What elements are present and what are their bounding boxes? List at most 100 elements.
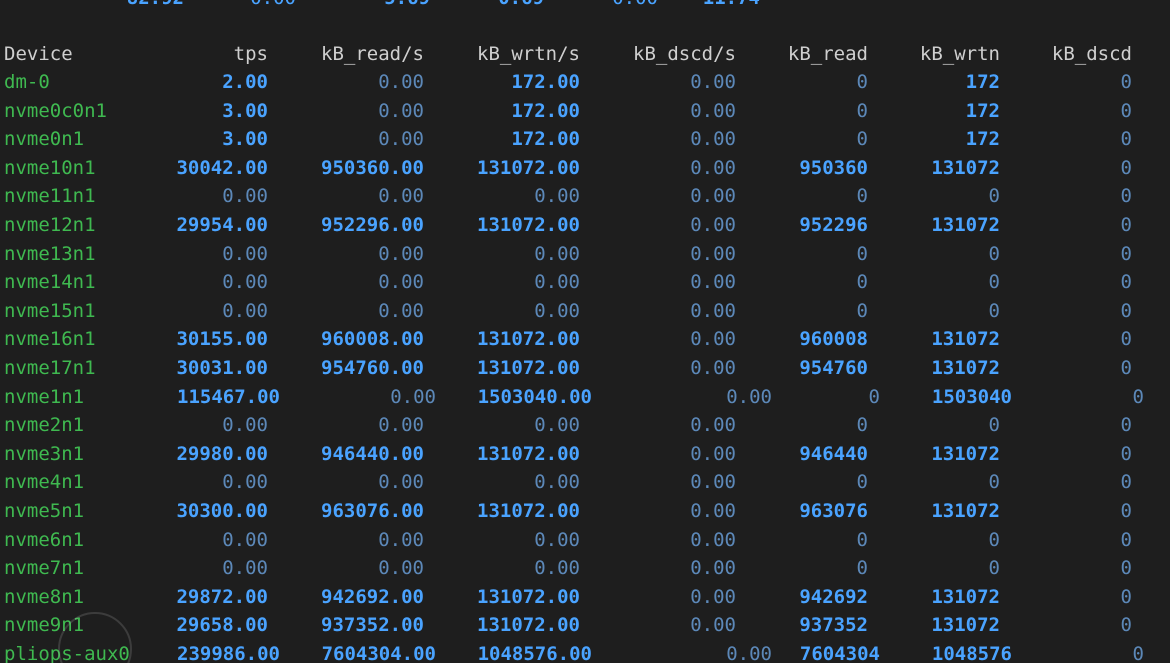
cell-kb-dscd-per-s: 0.00 xyxy=(690,357,736,379)
cell-kb-dscd: 0 xyxy=(1120,185,1132,208)
cell-kb-dscd: 0 xyxy=(1120,328,1132,351)
cell-kb-read: 0 xyxy=(856,128,868,151)
cell-kb-dscd-per-s: 0.00 xyxy=(690,442,736,465)
cell-tps: 3.00 xyxy=(222,128,268,151)
cell-kb-read-per-s: 0.00 xyxy=(378,557,424,580)
cell-device: nvme16n1 xyxy=(4,328,96,351)
cpu-user-value: 82.92 xyxy=(127,0,184,12)
cell-kb-wrtn: 131072 xyxy=(931,156,1000,179)
cell-tps: 0.00 xyxy=(222,557,268,580)
cell-kb-dscd: 0 xyxy=(1132,385,1144,408)
cell-device: nvme3n1 xyxy=(4,442,85,465)
cell-kb-read-per-s: 0.00 xyxy=(390,385,436,408)
cpu-stats-partial-row: 82.92 0.00 5.69 0.69 0.00 11.74 xyxy=(0,0,1170,12)
cell-kb-read: 960008 xyxy=(799,328,868,351)
table-row: nvme13n1 0.00 0.00 0.00 0.00 0 0 0 xyxy=(0,240,1170,268)
table-row: nvme11n1 0.00 0.00 0.00 0.00 0 0 0 xyxy=(0,182,1170,210)
cell-kb-wrtn-per-s: 131072.00 xyxy=(477,442,580,465)
cell-kb-wrtn-per-s: 0.00 xyxy=(534,271,580,294)
cell-kb-wrtn: 131072 xyxy=(931,585,1000,608)
cell-kb-read: 0 xyxy=(856,271,868,294)
cell-kb-wrtn: 172 xyxy=(965,128,1000,151)
header-kb-read-per-s: kB_read/s xyxy=(321,43,424,65)
cell-kb-read: 0 xyxy=(856,185,868,208)
cell-kb-wrtn: 131072 xyxy=(931,500,1000,522)
cell-kb-read: 0 xyxy=(856,242,868,265)
cell-kb-wrtn-per-s: 131072.00 xyxy=(477,156,580,179)
cell-kb-dscd: 0 xyxy=(1120,214,1132,236)
table-row: pliops-aux0 239986.00 7604304.00 1048576.00… xyxy=(0,640,1170,663)
cell-kb-read: 950360 xyxy=(799,156,868,179)
cell-device: nvme1n1 xyxy=(4,385,85,408)
cell-kb-wrtn-per-s: 131072.00 xyxy=(477,614,580,637)
cell-kb-wrtn-per-s: 0.00 xyxy=(534,528,580,551)
cell-device: nvme17n1 xyxy=(4,357,96,379)
cell-kb-dscd-per-s: 0.00 xyxy=(690,614,736,637)
table-row: nvme7n1 0.00 0.00 0.00 0.00 0 0 0 xyxy=(0,554,1170,582)
cell-kb-wrtn-per-s: 0.00 xyxy=(534,557,580,580)
header-kb-read: kB_read xyxy=(787,43,868,65)
cell-device: nvme12n1 xyxy=(4,214,96,236)
cell-tps: 115467.00 xyxy=(177,385,280,408)
terminal-window[interactable]: 82.92 0.00 5.69 0.69 0.00 11.74 Device t… xyxy=(0,0,1170,663)
cell-kb-wrtn: 0 xyxy=(988,271,1000,294)
cell-kb-wrtn: 0 xyxy=(988,242,1000,265)
table-row: nvme8n1 29872.00 942692.00 131072.00 0.00 942… xyxy=(0,583,1170,611)
cell-kb-wrtn-per-s: 1048576.00 xyxy=(477,643,592,663)
cell-kb-read: 0 xyxy=(868,385,880,408)
cell-kb-wrtn-per-s: 0.00 xyxy=(534,185,580,208)
cell-kb-wrtn-per-s: 0.00 xyxy=(534,414,580,437)
cell-device: nvme9n1 xyxy=(4,614,85,637)
cell-kb-wrtn: 1048576 xyxy=(931,643,1012,663)
table-row: nvme1n1 115467.00 0.00 1503040.00 0.00 0 15030… xyxy=(0,383,1170,411)
cell-kb-read-per-s: 942692.00 xyxy=(321,585,424,608)
cell-kb-dscd: 0 xyxy=(1120,242,1132,265)
table-row: nvme15n1 0.00 0.00 0.00 0.00 0 0 0 xyxy=(0,297,1170,325)
cell-kb-read-per-s: 963076.00 xyxy=(321,500,424,522)
cell-kb-read: 942692 xyxy=(799,585,868,608)
cell-kb-read: 7604304 xyxy=(799,643,880,663)
cell-kb-dscd: 0 xyxy=(1120,299,1132,322)
cell-device: nvme13n1 xyxy=(4,242,96,265)
table-header: Device tps kB_read/s kB_wrtn/s kB_dscd/s… xyxy=(0,40,1170,68)
cpu-idle-value: 11.74 xyxy=(703,0,760,12)
cell-kb-read-per-s: 0.00 xyxy=(378,99,424,122)
cell-kb-wrtn-per-s: 131072.00 xyxy=(477,585,580,608)
cell-device: nvme11n1 xyxy=(4,185,96,208)
cell-kb-read-per-s: 950360.00 xyxy=(321,156,424,179)
cell-tps: 30042.00 xyxy=(176,156,268,179)
cell-kb-dscd: 0 xyxy=(1132,643,1144,663)
cell-kb-read: 954760 xyxy=(799,357,868,379)
cell-kb-wrtn-per-s: 0.00 xyxy=(534,242,580,265)
cell-kb-wrtn: 172 xyxy=(965,99,1000,122)
cell-tps: 0.00 xyxy=(222,414,268,437)
cell-device: dm-0 xyxy=(4,71,50,93)
cell-kb-dscd-per-s: 0.00 xyxy=(690,471,736,494)
header-kb-dscd: kB_dscd xyxy=(1051,43,1132,65)
header-device: Device xyxy=(4,43,73,65)
cell-kb-dscd-per-s: 0.00 xyxy=(726,385,772,408)
cell-tps: 3.00 xyxy=(222,99,268,122)
cell-kb-read: 0 xyxy=(856,414,868,437)
cell-kb-read-per-s: 0.00 xyxy=(378,185,424,208)
cell-kb-read-per-s: 946440.00 xyxy=(321,442,424,465)
cell-kb-read-per-s: 0.00 xyxy=(378,528,424,551)
cell-kb-wrtn: 0 xyxy=(988,471,1000,494)
cell-kb-wrtn-per-s: 131072.00 xyxy=(477,328,580,351)
cell-kb-dscd: 0 xyxy=(1120,99,1132,122)
cell-kb-wrtn: 1503040 xyxy=(931,385,1012,408)
cell-kb-dscd-per-s: 0.00 xyxy=(690,214,736,236)
cell-tps: 0.00 xyxy=(222,528,268,551)
cell-device: nvme6n1 xyxy=(4,528,85,551)
cell-tps: 2.00 xyxy=(222,71,268,93)
cell-kb-dscd-per-s: 0.00 xyxy=(726,643,772,663)
cell-device: nvme0n1 xyxy=(4,128,85,151)
header-kb-wrtn-per-s: kB_wrtn/s xyxy=(477,43,580,65)
cell-kb-read-per-s: 0.00 xyxy=(378,299,424,322)
cell-kb-read-per-s: 954760.00 xyxy=(321,357,424,379)
table-row: nvme14n1 0.00 0.00 0.00 0.00 0 0 0 xyxy=(0,268,1170,296)
cell-kb-dscd-per-s: 0.00 xyxy=(690,71,736,93)
cell-tps: 0.00 xyxy=(222,271,268,294)
cell-device: nvme14n1 xyxy=(4,271,96,294)
cell-device: nvme2n1 xyxy=(4,414,85,437)
